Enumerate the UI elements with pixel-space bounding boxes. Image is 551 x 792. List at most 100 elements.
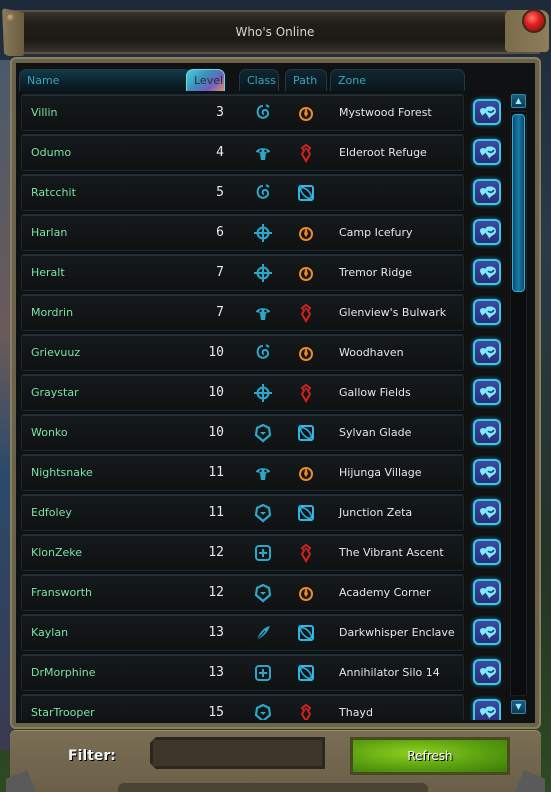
player-row[interactable]: Fransworth 12 Academy Corner [21, 574, 464, 611]
chat-whisper-button[interactable] [473, 579, 501, 605]
path-explorer-icon [296, 463, 316, 483]
player-name: Mordrin [31, 306, 74, 319]
path-explorer-icon [296, 263, 316, 283]
scroll-down-button[interactable]: ▼ [511, 700, 526, 714]
path-soldier-icon [296, 143, 316, 164]
player-zone: Woodhaven [339, 346, 404, 359]
player-row[interactable]: Mordrin 7 Glenview's Bulwark [21, 294, 464, 331]
player-row[interactable]: DrMorphine 13 Annihilator Silo 14 [21, 654, 464, 691]
chat-whisper-button[interactable] [473, 699, 501, 720]
window-title-bar[interactable]: Who's Online [10, 10, 540, 54]
path-explorer-icon [296, 103, 316, 123]
chat-whisper-button[interactable] [473, 339, 501, 365]
path-explorer-icon [296, 583, 316, 603]
player-row[interactable]: Grievuuz 10 Woodhaven [21, 334, 464, 371]
refresh-button[interactable]: Refresh [350, 737, 510, 775]
path-soldier-icon [296, 303, 316, 324]
chat-whisper-button[interactable] [473, 179, 501, 205]
footer-tab-decoration [118, 783, 428, 792]
column-header-level[interactable]: Level [186, 69, 225, 91]
player-name: Kaylan [31, 626, 69, 639]
player-name: DrMorphine [31, 666, 96, 679]
scroll-up-button[interactable]: ▲ [511, 94, 526, 108]
player-row[interactable]: Odumo 4 Elderoot Refuge [21, 134, 464, 171]
class-skull-icon [253, 143, 273, 163]
player-zone: Tremor Ridge [339, 266, 413, 279]
chat-whisper-button[interactable] [473, 659, 501, 685]
player-zone: Junction Zeta [339, 506, 413, 519]
player-zone: Camp Icefury [339, 226, 413, 239]
column-header-zone[interactable]: Zone [330, 69, 465, 91]
player-zone: The Vibrant Ascent [339, 546, 444, 559]
path-explorer-icon [296, 223, 316, 243]
player-level: 6 [216, 225, 224, 240]
player-name: Nightsnake [31, 466, 93, 479]
class-spiral-icon [253, 183, 273, 203]
player-row[interactable]: Harlan 6 Camp Icefury [21, 214, 464, 251]
player-level: 10 [208, 425, 224, 440]
player-zone: Annihilator Silo 14 [339, 666, 440, 679]
chat-whisper-button[interactable] [473, 499, 501, 525]
player-row[interactable]: Edfoley 11 Junction Zeta [21, 494, 464, 531]
chat-whisper-button[interactable] [473, 619, 501, 645]
player-name: StarTrooper [31, 706, 95, 719]
chat-whisper-button[interactable] [473, 459, 501, 485]
player-row[interactable]: Kaylan 13 Darkwhisper Enclave [21, 614, 464, 651]
player-row[interactable]: Heralt 7 Tremor Ridge [21, 254, 464, 291]
chat-whisper-button[interactable] [473, 139, 501, 165]
rivet-icon [7, 14, 15, 22]
player-name: Graystar [31, 386, 79, 399]
player-name: Villin [31, 106, 58, 119]
player-list: Villin 3 Mystwood Forest Odumo 4 Elderoot Ref… [21, 94, 501, 720]
player-zone: Gallow Fields [339, 386, 411, 399]
player-row[interactable]: KlonZeke 12 The Vibrant Ascent [21, 534, 464, 571]
player-row[interactable]: Graystar 10 Gallow Fields [21, 374, 464, 411]
class-crosshair-icon [253, 383, 273, 403]
chat-whisper-button[interactable] [473, 299, 501, 325]
player-name: Grievuuz [31, 346, 81, 359]
class-gear-shield-icon [253, 503, 273, 523]
player-zone: Mystwood Forest [339, 106, 432, 119]
scrollbar-thumb[interactable] [512, 114, 525, 292]
player-zone: Sylvan Glade [339, 426, 412, 439]
class-crosshair-icon [253, 223, 273, 243]
player-level: 13 [208, 625, 224, 640]
player-zone: Academy Corner [339, 586, 431, 599]
class-feather-icon [253, 623, 273, 643]
close-button[interactable] [522, 9, 546, 33]
player-name: Ratcchit [31, 186, 76, 199]
player-row[interactable]: StarTrooper 15 Thayd [21, 694, 464, 720]
window-title: Who's Online [235, 25, 315, 39]
player-name: Edfoley [31, 506, 72, 519]
filter-input[interactable] [150, 737, 325, 769]
class-skull-icon [253, 303, 273, 323]
filter-label: Filter: [68, 748, 116, 764]
class-gear-shield-icon [253, 423, 273, 443]
player-level: 10 [208, 345, 224, 360]
player-row[interactable]: Nightsnake 11 Hijunga Village [21, 454, 464, 491]
chat-whisper-button[interactable] [473, 539, 501, 565]
player-name: KlonZeke [31, 546, 83, 559]
column-header-name[interactable]: Name [19, 69, 191, 91]
player-zone: Thayd [339, 706, 373, 719]
player-row[interactable]: Ratcchit 5 [21, 174, 464, 211]
player-level: 3 [216, 105, 224, 120]
player-level: 11 [208, 505, 224, 520]
chat-whisper-button[interactable] [473, 99, 501, 125]
chat-whisper-button[interactable] [473, 219, 501, 245]
player-row[interactable]: Wonko 10 Sylvan Glade [21, 414, 464, 451]
class-crosshair-icon [253, 263, 273, 283]
player-row[interactable]: Villin 3 Mystwood Forest [21, 94, 464, 131]
player-level: 13 [208, 665, 224, 680]
chat-whisper-button[interactable] [473, 379, 501, 405]
column-header-class[interactable]: Class [239, 69, 279, 91]
chat-whisper-button[interactable] [473, 419, 501, 445]
player-zone: Darkwhisper Enclave [339, 626, 455, 639]
player-name: Odumo [31, 146, 72, 159]
chat-whisper-button[interactable] [473, 259, 501, 285]
path-scientist-icon [296, 183, 316, 203]
path-soldier-icon [296, 703, 316, 720]
column-header-path[interactable]: Path [285, 69, 327, 91]
path-scientist-icon [296, 503, 316, 523]
class-skull-icon [253, 463, 273, 483]
